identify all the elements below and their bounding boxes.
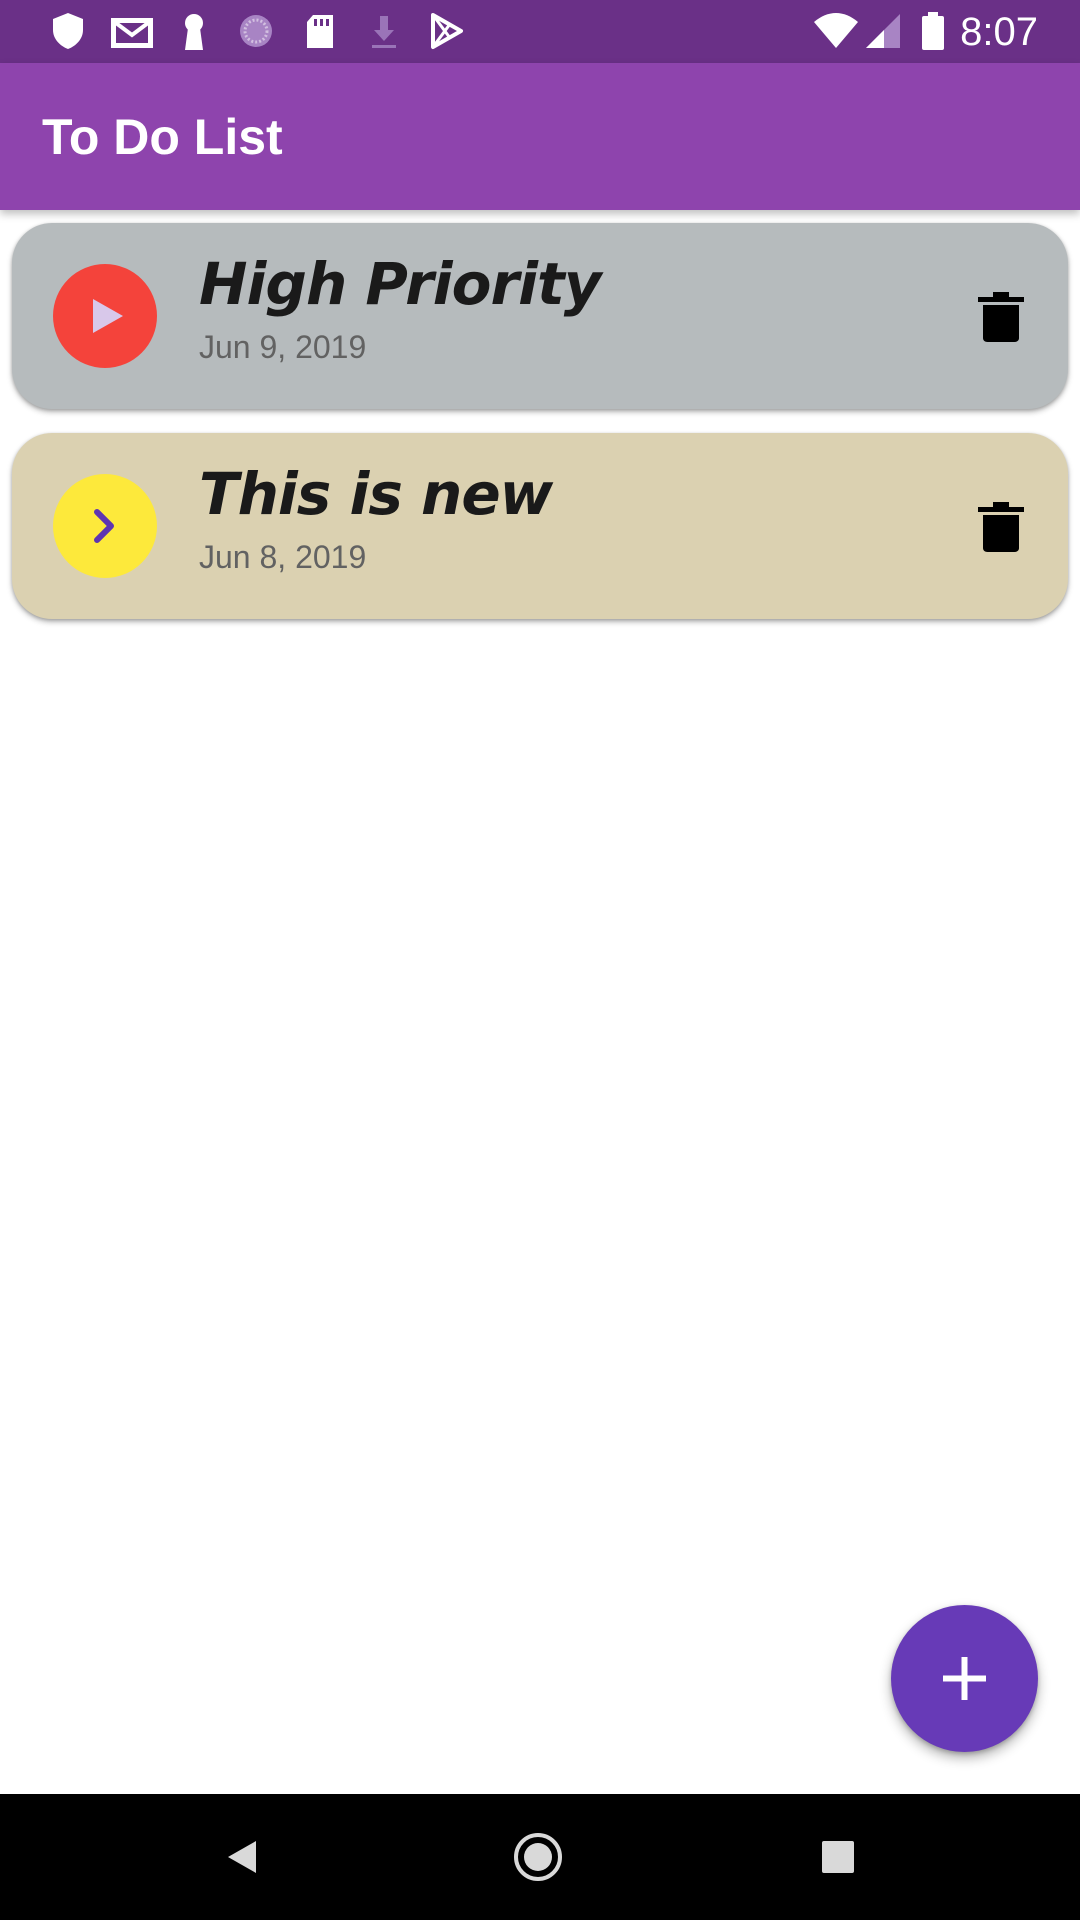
todo-title: This is new [199,460,553,528]
delete-button[interactable] [976,501,1026,553]
play-store-icon [431,13,463,49]
priority-badge [53,474,157,578]
todo-title: High Priority [199,250,601,318]
priority-badge [53,264,157,368]
download-icon [372,16,396,48]
status-time: 8:07 [960,10,1038,54]
home-button[interactable] [508,1827,568,1887]
app-title: To Do List [42,109,283,165]
todo-date: Jun 8, 2019 [199,539,367,575]
back-button[interactable] [212,1827,272,1887]
status-bar: 8:07 [0,0,1080,63]
play-icon [93,299,123,333]
gmail-icon [111,18,153,48]
recents-icon [822,1841,854,1873]
back-icon [228,1841,256,1873]
keyhole-icon [185,14,203,50]
sd-card-icon [307,15,333,48]
screen: 8:07 To Do List High Priority Jun 9, 201… [0,0,1080,1920]
todo-item-card[interactable]: High Priority Jun 9, 2019 [12,223,1068,409]
delete-button[interactable] [976,291,1026,343]
battery-icon [922,12,944,50]
todo-date: Jun 9, 2019 [199,329,367,365]
plus-icon [943,1657,986,1700]
todo-item-card[interactable]: This is new Jun 8, 2019 [12,433,1068,619]
wifi-icon [814,13,858,48]
trash-icon [978,502,1024,552]
home-icon [514,1833,562,1881]
add-todo-button[interactable] [891,1605,1038,1752]
trash-icon [978,292,1024,342]
app-bar: To Do List [0,63,1080,210]
chevron-right-icon [94,509,114,543]
shield-icon [53,13,83,49]
cell-signal-icon [866,14,900,48]
navigation-bar [0,1794,1080,1920]
sync-icon [240,15,272,47]
recents-button[interactable] [808,1827,868,1887]
